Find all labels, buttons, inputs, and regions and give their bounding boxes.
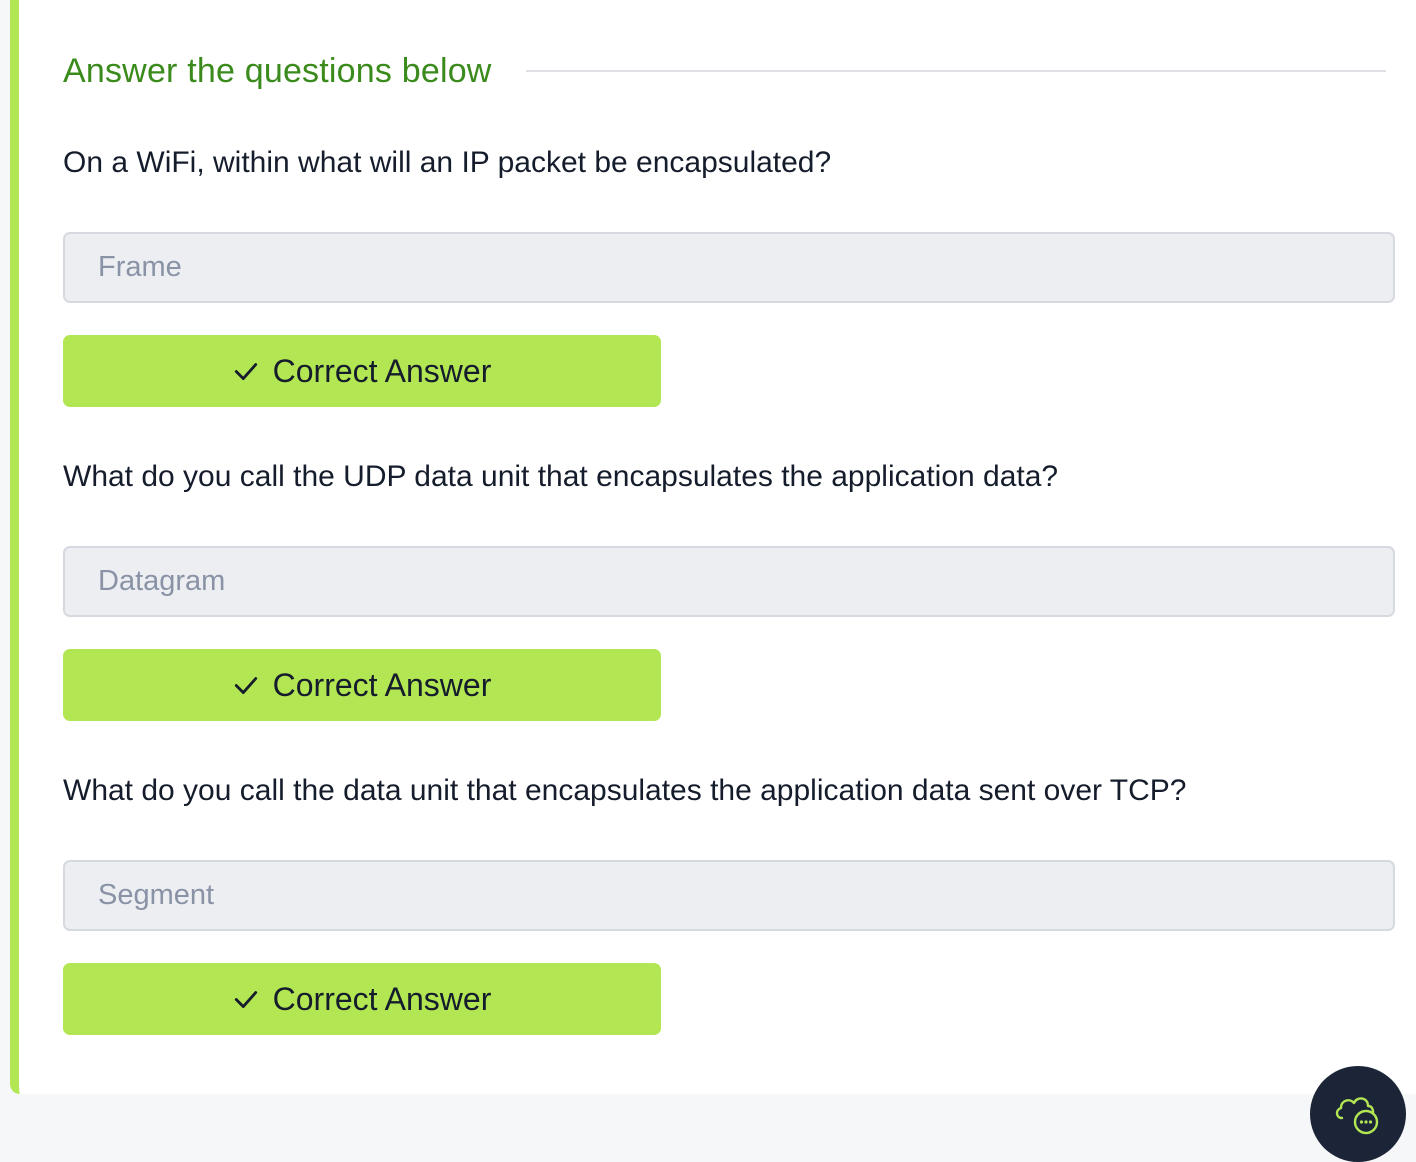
section-header: Answer the questions below [63, 48, 1386, 94]
answer-2-value: Datagram [98, 565, 226, 597]
correct-answer-label: Correct Answer [272, 980, 492, 1017]
check-icon [234, 363, 257, 380]
check-icon [234, 677, 257, 694]
correct-answer-label: Correct Answer [272, 666, 492, 703]
question-2-text: What do you call the UDP data unit that … [63, 460, 1059, 493]
answer-3-value: Segment [98, 879, 215, 911]
section-title: Answer the questions below [63, 51, 492, 90]
answer-1-field[interactable]: Frame [63, 232, 1395, 303]
question-3-text: What do you call the data unit that enca… [63, 774, 1187, 807]
answer-3-field[interactable]: Segment [63, 860, 1395, 931]
question-1-text: On a WiFi, within what will an IP packet… [63, 146, 832, 179]
check-icon [234, 991, 257, 1008]
correct-answer-label: Correct Answer [272, 352, 492, 389]
correct-answer-button-1[interactable]: Correct Answer [63, 335, 661, 407]
correct-answer-button-3[interactable]: Correct Answer [63, 963, 661, 1035]
header-divider [525, 70, 1386, 72]
chat-button[interactable] [1310, 1066, 1406, 1162]
cloud-chat-icon [1335, 1097, 1379, 1135]
task-panel: Answer the questions below On a WiFi, wi… [10, 0, 1416, 1094]
answer-2-field[interactable]: Datagram [63, 546, 1395, 617]
correct-answer-button-2[interactable]: Correct Answer [63, 649, 661, 721]
answer-1-value: Frame [98, 251, 182, 283]
